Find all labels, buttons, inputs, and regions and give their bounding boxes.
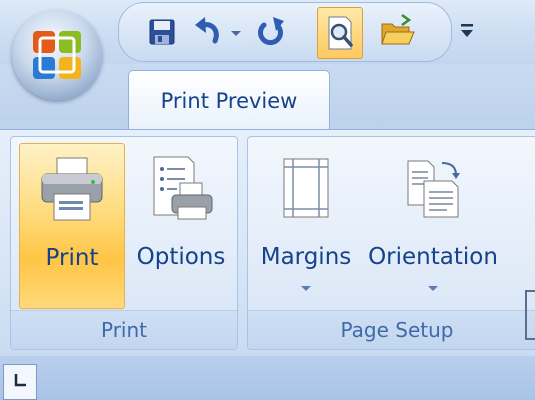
tab-print-preview-label: Print Preview bbox=[160, 89, 298, 113]
office-button[interactable] bbox=[12, 10, 102, 100]
quick-access-toolbar bbox=[118, 2, 452, 62]
print-preview-button[interactable] bbox=[317, 7, 363, 59]
ribbon-body: Print Options Print Margins Orientation … bbox=[0, 129, 535, 357]
undo-button[interactable] bbox=[187, 7, 231, 57]
print-group: Print Options Print bbox=[10, 136, 238, 350]
tab-print-preview[interactable]: Print Preview bbox=[128, 70, 330, 132]
printer-icon bbox=[41, 157, 103, 221]
margins-button-label: Margins bbox=[260, 244, 352, 270]
print-preview-icon bbox=[328, 16, 353, 50]
page-setup-group: Margins Orientation Page Setup bbox=[247, 136, 535, 350]
margins-icon bbox=[283, 158, 329, 218]
open-folder-icon bbox=[381, 13, 415, 45]
options-button-label: Options bbox=[136, 244, 226, 270]
save-button[interactable] bbox=[141, 7, 185, 57]
orientation-icon bbox=[407, 160, 460, 218]
left-tab-stop-icon bbox=[14, 374, 26, 387]
print-button-label: Print bbox=[45, 245, 99, 271]
customize-qat-icon[interactable] bbox=[457, 22, 477, 42]
print-options-icon bbox=[153, 156, 213, 220]
open-button[interactable] bbox=[375, 7, 419, 57]
orientation-button-label: Orientation bbox=[368, 244, 498, 270]
save-icon bbox=[149, 19, 175, 45]
print-group-label: Print bbox=[11, 310, 237, 349]
redo-icon bbox=[258, 17, 284, 46]
margins-dropdown-icon bbox=[301, 286, 311, 291]
redo-button[interactable] bbox=[249, 7, 293, 57]
size-icon-partial[interactable] bbox=[525, 290, 535, 340]
margins-button[interactable]: Margins bbox=[256, 143, 356, 309]
office-logo-icon bbox=[33, 31, 81, 79]
document-area-top bbox=[0, 356, 535, 400]
undo-dropdown-button[interactable] bbox=[227, 7, 245, 57]
options-button[interactable]: Options bbox=[129, 143, 233, 309]
orientation-dropdown-icon bbox=[428, 286, 438, 291]
print-button[interactable]: Print bbox=[19, 143, 125, 309]
undo-icon bbox=[195, 17, 219, 44]
undo-dropdown-icon bbox=[231, 31, 241, 36]
page-setup-group-label: Page Setup bbox=[248, 310, 535, 349]
orientation-button[interactable]: Orientation bbox=[362, 143, 504, 309]
tab-selector-button[interactable] bbox=[3, 364, 37, 400]
